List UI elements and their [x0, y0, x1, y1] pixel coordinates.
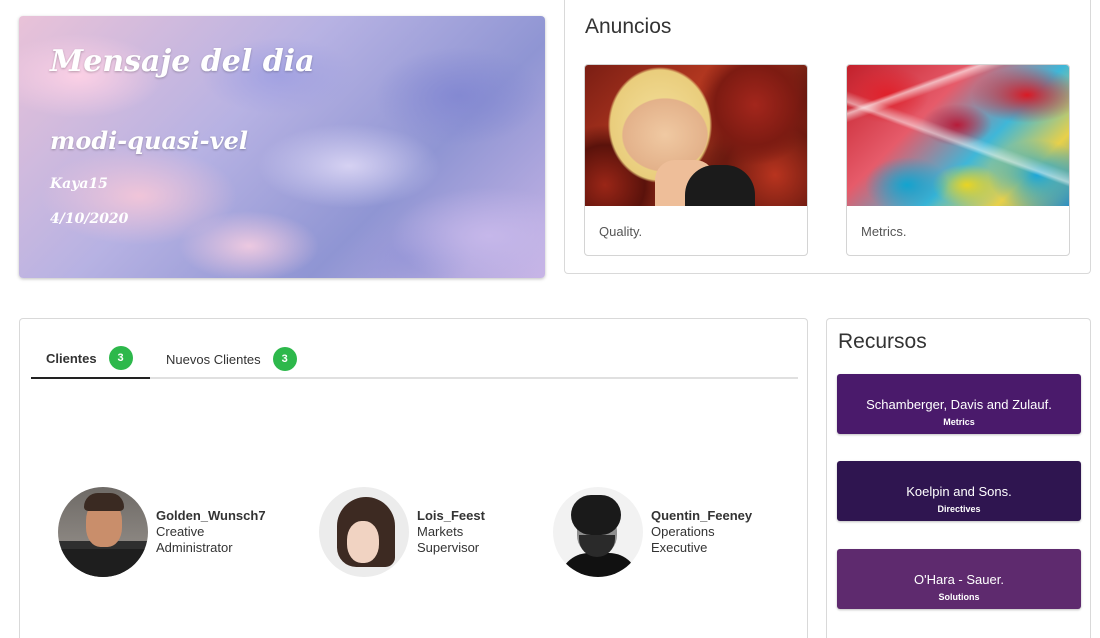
avatar-hair: [84, 493, 124, 511]
clients-panel: Clientes 3 Nuevos Clientes 3 Golden_Wuns…: [19, 318, 808, 638]
client-name: Golden_Wunsch7: [156, 508, 266, 523]
resource-subtitle: Metrics: [943, 417, 975, 427]
motd-author: Kaya15: [50, 176, 108, 192]
client-item[interactable]: Golden_Wunsch7 Creative Administrator: [58, 487, 266, 577]
resource-subtitle: Solutions: [938, 592, 980, 602]
client-role-line: Operations: [651, 524, 715, 539]
resource-title: Koelpin and Sons.: [906, 484, 1012, 499]
avatar-body: [58, 549, 148, 577]
tab-label: Clientes: [46, 350, 97, 366]
resources-panel: Recursos Schamberger, Davis and Zulauf. …: [826, 318, 1091, 638]
announcement-image: [847, 65, 1069, 206]
avatar-face: [347, 521, 379, 563]
resource-title: Schamberger, Davis and Zulauf.: [866, 397, 1052, 412]
client-info: Golden_Wunsch7 Creative Administrator: [156, 508, 266, 556]
client-name: Lois_Feest: [417, 508, 485, 523]
resources-title: Recursos: [838, 330, 927, 353]
count-badge: 3: [272, 347, 297, 371]
client-info: Lois_Feest Markets Supervisor: [417, 508, 485, 556]
motd-message: modi-quasi-vel: [50, 126, 248, 155]
tab-nuevos-clientes[interactable]: Nuevos Clientes 3: [166, 339, 297, 379]
motd-title: Mensaje del dia: [50, 44, 315, 79]
clients-tabs: Clientes 3 Nuevos Clientes 3: [31, 339, 798, 379]
announcement-image: [585, 65, 807, 206]
resource-button[interactable]: Schamberger, Davis and Zulauf. Metrics: [837, 374, 1081, 434]
resource-title: O'Hara - Sauer.: [914, 572, 1004, 587]
avatar: [553, 487, 643, 577]
client-role-line: Supervisor: [417, 540, 480, 555]
client-name: Quentin_Feeney: [651, 508, 753, 523]
client-role-line: Executive: [651, 540, 708, 555]
client-role-line: Markets: [417, 524, 464, 539]
announcement-card[interactable]: Metrics.: [846, 64, 1070, 256]
announcement-caption: Metrics.: [861, 224, 907, 239]
announcement-card[interactable]: Quality.: [584, 64, 808, 256]
portrait-shoulder: [685, 165, 755, 206]
message-of-the-day-card: Mensaje del dia modi-quasi-vel Kaya15 4/…: [19, 16, 545, 278]
announcements-title: Anuncios: [585, 15, 672, 38]
client-item[interactable]: Quentin_Feeney Operations Executive: [553, 487, 752, 577]
client-info: Quentin_Feeney Operations Executive: [651, 508, 752, 556]
motd-date: 4/10/2020: [50, 211, 129, 227]
avatar: [58, 487, 148, 577]
tab-clientes[interactable]: Clientes 3: [31, 339, 150, 379]
avatar: [319, 487, 409, 577]
count-badge: 3: [108, 346, 133, 370]
announcements-panel: Anuncios Quality. Metrics.: [564, 0, 1091, 274]
client-role-line: Creative: [156, 524, 205, 539]
resource-button[interactable]: O'Hara - Sauer. Solutions: [837, 549, 1081, 609]
resource-button[interactable]: Koelpin and Sons. Directives: [837, 461, 1081, 521]
resource-subtitle: Directives: [937, 504, 981, 514]
tab-label: Nuevos Clientes: [166, 351, 261, 367]
avatar-hair: [571, 495, 621, 535]
announcement-caption: Quality.: [599, 224, 643, 239]
client-item[interactable]: Lois_Feest Markets Supervisor: [319, 487, 485, 577]
client-role-line: Administrator: [156, 540, 233, 555]
